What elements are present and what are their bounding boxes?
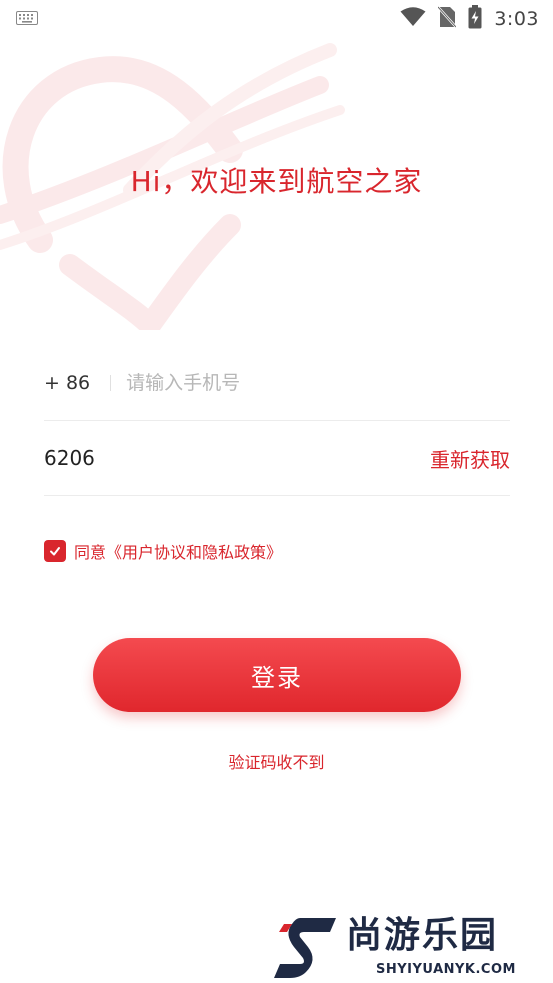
no-sim-icon — [437, 6, 458, 32]
login-button[interactable]: 登录 — [93, 638, 461, 712]
welcome-title: Hi，欢迎来到航空之家 — [130, 165, 423, 198]
keyboard-icon — [16, 10, 38, 29]
country-code-selector[interactable]: + 86 — [44, 372, 90, 394]
status-time: 3:03 — [494, 8, 539, 30]
resend-code-button[interactable]: 重新获取 — [430, 444, 510, 473]
watermark-url: SHYIYUANYK.COM — [376, 962, 516, 977]
watermark-name: 尚游乐园 — [346, 915, 499, 956]
phone-input[interactable] — [126, 372, 427, 394]
phone-row: + 86 — [44, 346, 510, 421]
status-bar: 3:03 — [0, 0, 553, 38]
battery-charging-icon — [468, 5, 482, 33]
no-code-link[interactable]: 验证码收不到 — [0, 749, 553, 773]
agreement-checkbox[interactable] — [44, 540, 66, 562]
verification-code-input[interactable] — [44, 446, 244, 470]
check-icon — [50, 547, 60, 556]
code-row: 重新获取 — [44, 421, 510, 496]
agreement-link[interactable]: 同意《用户协议和隐私政策》 — [74, 539, 282, 563]
site-watermark: 尚游乐园 SHYIYUANYK.COM — [270, 912, 553, 983]
agreement-row: 同意《用户协议和隐私政策》 — [44, 539, 282, 563]
divider — [110, 375, 112, 391]
s-logo-icon — [274, 918, 336, 978]
wifi-icon — [400, 7, 426, 31]
